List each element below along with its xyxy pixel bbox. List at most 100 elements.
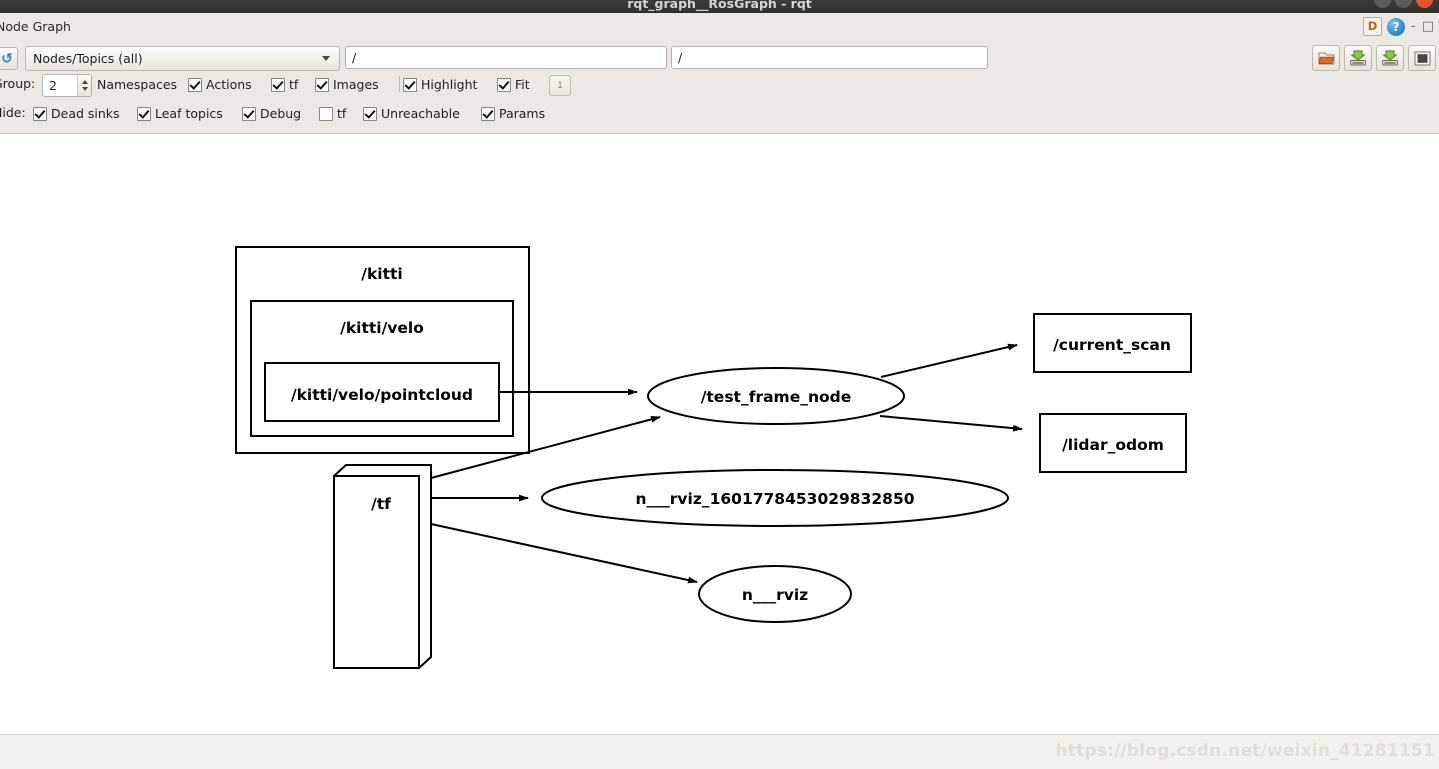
hide-debug-label: Debug (260, 106, 302, 121)
fit-in-view-button[interactable] (1408, 45, 1436, 71)
fit-label: Fit (515, 77, 530, 92)
node-filter-input[interactable]: / (671, 46, 988, 69)
edge-tf-to-rviz (430, 523, 698, 584)
save-dot-button[interactable] (1344, 45, 1372, 71)
actions-label: Actions (206, 77, 252, 92)
bottom-strip: https://blog.csdn.net/weixin_41281151 (0, 734, 1439, 769)
watermark: https://blog.csdn.net/weixin_41281151 (1055, 741, 1435, 761)
node-rviz[interactable]: n___rviz (698, 565, 852, 623)
close-panel-icon[interactable]: □ (1422, 19, 1434, 34)
hide-debug-checkbox[interactable]: Debug (242, 106, 301, 121)
stepper-buttons[interactable] (77, 75, 91, 96)
node-filter-value: / (678, 50, 683, 65)
namespaces-label: Namespaces (97, 77, 178, 92)
hide-leaf-topics-label: Leaf topics (155, 106, 223, 121)
fit-checkbox[interactable]: Fit (497, 77, 530, 92)
tf-group-label: tf (289, 77, 299, 92)
hide-unreachable-checkbox[interactable]: Unreachable (363, 106, 460, 121)
node-current-scan[interactable]: /current_scan (1033, 313, 1192, 373)
group-depth-value: 2 (49, 78, 57, 93)
hide-label: Hide: (0, 105, 26, 120)
zoom-reset-button[interactable]: 1 (549, 75, 571, 96)
maximize-button[interactable] (1395, 0, 1412, 8)
edge-tf-to-test-frame-node (430, 416, 661, 479)
cluster-kitti-velo-label: /kitti/velo (340, 319, 424, 337)
edge-test-frame-node-to-lidar-odom (879, 415, 1023, 432)
topic-filter-input[interactable]: / (345, 46, 667, 69)
close-button[interactable] (1416, 0, 1433, 8)
refresh-button[interactable]: ↺ (0, 47, 18, 70)
toolbar-row-filters: ↺ Nodes/Topics (all) / / (0, 44, 1439, 71)
rqt-graph-window: rqt_graph__RosGraph - rqt Node Graph D ?… (0, 0, 1439, 769)
toolbar-row-group: Group: 2 Namespaces Actions tf Images (0, 74, 1439, 97)
node-kitti-velo-pointcloud-label: /kitti/velo/pointcloud (291, 386, 473, 404)
panel-header-controls: D ? - □ (1363, 17, 1434, 36)
graph-canvas[interactable]: /kitti /kitti/velo /kitti/velo/pointclou… (0, 134, 1439, 734)
toolbar-row-hide: Hide: Dead sinks Leaf topics Debug tf Un… (0, 103, 1439, 125)
cluster-kitti[interactable]: /kitti (235, 246, 530, 454)
checkbox-icon (363, 106, 377, 121)
images-label: Images (333, 77, 379, 92)
node-test-frame-node[interactable]: /test_frame_node (647, 367, 905, 425)
topic-filter-value: / (352, 50, 357, 65)
load-dot-button[interactable] (1312, 45, 1340, 71)
group-depth-stepper[interactable]: 2 (42, 74, 92, 97)
node-test-frame-node-label: /test_frame_node (701, 388, 852, 406)
cluster-kitti-label: /kitti (361, 265, 402, 283)
graph-toolbar: ↺ Nodes/Topics (all) / / roup: 2 Namespa… (0, 41, 1439, 134)
checkbox-icon (137, 106, 151, 121)
node-tf[interactable]: /tf (333, 464, 432, 669)
checkbox-icon (242, 106, 256, 121)
save-to-disk-icon (1350, 50, 1366, 66)
minimize-panel-icon[interactable]: - (1410, 19, 1417, 34)
highlight-label: Highlight (421, 77, 478, 92)
panel-header: Node Graph D ? - □ (0, 13, 1439, 41)
window-title: rqt_graph__RosGraph - rqt (627, 0, 812, 11)
checkbox-icon (481, 106, 495, 121)
hide-tf-label: tf (337, 106, 347, 121)
chevron-up-icon[interactable] (81, 80, 88, 84)
node-rviz-long[interactable]: n___rviz_1601778453029832850 (541, 469, 1009, 527)
hide-dead-sinks-label: Dead sinks (51, 106, 120, 121)
chevron-down-icon[interactable] (81, 87, 88, 91)
highlight-checkbox[interactable]: Highlight (403, 77, 477, 92)
checkbox-icon (319, 106, 333, 121)
hide-params-label: Params (499, 106, 546, 121)
images-checkbox[interactable]: Images (315, 77, 379, 92)
graph-type-value: Nodes/Topics (all) (33, 51, 143, 66)
checkbox-icon (33, 106, 47, 121)
node-rviz-label: n___rviz (742, 586, 808, 604)
dock-widget-icon[interactable]: D (1363, 17, 1382, 36)
node-rviz-long-label: n___rviz_1601778453029832850 (635, 490, 914, 508)
hide-tf-checkbox[interactable]: tf (319, 106, 346, 121)
checkbox-icon (315, 77, 329, 92)
refresh-icon: ↺ (1, 50, 13, 67)
node-kitti-velo-pointcloud[interactable]: /kitti/velo/pointcloud (264, 362, 500, 422)
save-image-button[interactable] (1376, 45, 1404, 71)
hide-unreachable-label: Unreachable (381, 106, 460, 121)
toolbar-right-buttons (1312, 45, 1436, 71)
hide-params-checkbox[interactable]: Params (481, 106, 545, 121)
graph-type-combobox[interactable]: Nodes/Topics (all) (25, 46, 340, 71)
edge-test-frame-node-to-current-scan (880, 343, 1018, 378)
checkbox-icon (497, 77, 511, 92)
group-label: Group: (0, 76, 36, 91)
tf-group-checkbox[interactable]: tf (271, 77, 298, 92)
checkbox-icon (403, 77, 417, 92)
minimize-button[interactable] (1374, 0, 1391, 8)
panel-title: Node Graph (0, 19, 71, 34)
help-icon[interactable]: ? (1387, 17, 1405, 36)
hide-dead-sinks-checkbox[interactable]: Dead sinks (33, 106, 120, 121)
chevron-down-icon (322, 56, 330, 61)
actions-checkbox[interactable]: Actions (188, 77, 252, 92)
save-to-disk-icon (1382, 50, 1398, 66)
hide-leaf-topics-checkbox[interactable]: Leaf topics (137, 106, 223, 121)
ros-node-graph[interactable]: /kitti /kitti/velo /kitti/velo/pointclou… (0, 134, 1439, 734)
checkbox-icon (271, 77, 285, 92)
node-lidar-odom[interactable]: /lidar_odom (1039, 413, 1187, 473)
checkbox-icon (188, 77, 202, 92)
window-controls (1374, 0, 1433, 8)
node-current-scan-label: /current_scan (1053, 336, 1171, 354)
node-tf-label: /tf (371, 495, 391, 513)
folder-open-icon (1317, 52, 1334, 64)
